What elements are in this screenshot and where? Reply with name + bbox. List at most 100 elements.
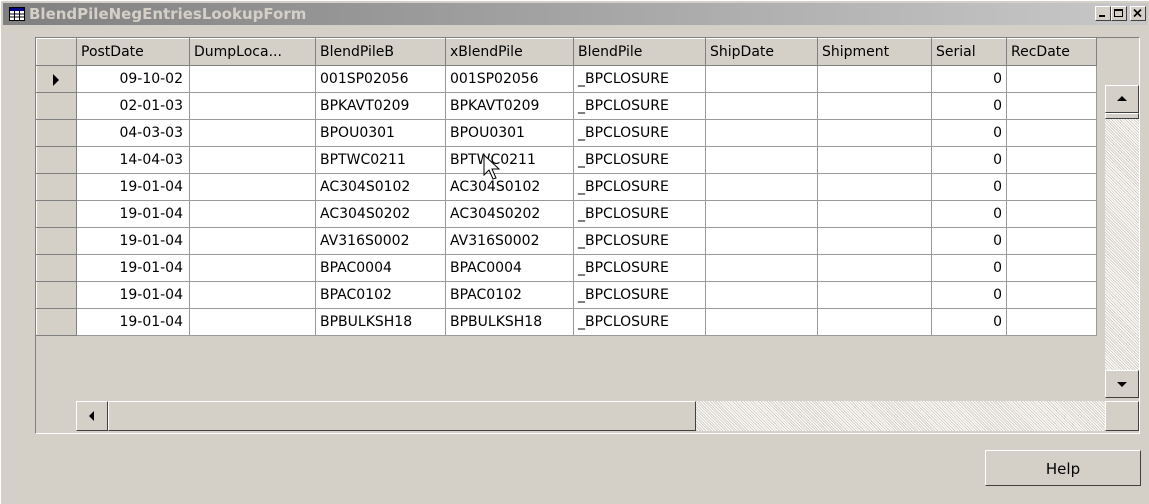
- minimize-button[interactable]: [1095, 6, 1111, 21]
- scroll-left-button[interactable]: [76, 401, 108, 431]
- cell-recdate[interactable]: [1006, 146, 1097, 174]
- cell-blendpile[interactable]: _BPCLOSURE: [573, 200, 706, 228]
- cell-serial[interactable]: 0: [931, 227, 1007, 255]
- cell-recdate[interactable]: [1006, 254, 1097, 282]
- cell-recdate[interactable]: [1006, 65, 1097, 93]
- help-button[interactable]: Help: [985, 450, 1141, 486]
- cell-xblendpile[interactable]: BPAC0102: [445, 281, 574, 309]
- cell-shipment[interactable]: [817, 227, 932, 255]
- cell-blendpile[interactable]: _BPCLOSURE: [573, 308, 706, 336]
- cell-postdate[interactable]: 04-03-03: [76, 119, 190, 147]
- cell-xblendpile[interactable]: BPOU0301: [445, 119, 574, 147]
- cell-dumplocation[interactable]: [189, 146, 316, 174]
- cell-shipment[interactable]: [817, 281, 932, 309]
- cell-xblendpile[interactable]: BPTWC0211: [445, 146, 574, 174]
- cell-blendpile[interactable]: _BPCLOSURE: [573, 173, 706, 201]
- cell-blendpileb[interactable]: BPBULKSH18: [315, 308, 446, 336]
- cell-shipment[interactable]: [817, 173, 932, 201]
- row-selector[interactable]: [36, 119, 77, 147]
- col-header-blendpileb[interactable]: BlendPileB: [315, 38, 446, 66]
- cell-blendpile[interactable]: _BPCLOSURE: [573, 281, 706, 309]
- cell-postdate[interactable]: 19-01-04: [76, 308, 190, 336]
- cell-serial[interactable]: 0: [931, 254, 1007, 282]
- table-row[interactable]: 19-01-04 AC304S0202 AC304S0202 _BPCLOSURE 0: [36, 200, 1097, 228]
- horizontal-scrollbar[interactable]: [76, 401, 1139, 431]
- cell-xblendpile[interactable]: BPKAVT0209: [445, 92, 574, 120]
- cell-dumplocation[interactable]: [189, 119, 316, 147]
- row-selector[interactable]: [36, 308, 77, 336]
- cell-dumplocation[interactable]: [189, 308, 316, 336]
- cell-postdate[interactable]: 19-01-04: [76, 200, 190, 228]
- row-selector[interactable]: [36, 146, 77, 174]
- maximize-button[interactable]: [1111, 6, 1127, 21]
- cell-postdate[interactable]: 19-01-04: [76, 281, 190, 309]
- table-row[interactable]: 02-01-03 BPKAVT0209 BPKAVT0209 _BPCLOSURE 0: [36, 92, 1097, 120]
- table-row[interactable]: 04-03-03 BPOU0301 BPOU0301 _BPCLOSURE 0: [36, 119, 1097, 147]
- col-header-postdate[interactable]: PostDate: [76, 38, 190, 66]
- cell-xblendpile[interactable]: BPBULKSH18: [445, 308, 574, 336]
- col-header-shipment[interactable]: Shipment: [817, 38, 932, 66]
- cell-blendpile[interactable]: _BPCLOSURE: [573, 65, 706, 93]
- cell-shipdate[interactable]: [705, 308, 818, 336]
- col-header-shipdate[interactable]: ShipDate: [705, 38, 818, 66]
- col-header-recdate[interactable]: RecDate: [1006, 38, 1097, 66]
- cell-serial[interactable]: 0: [931, 119, 1007, 147]
- cell-blendpile[interactable]: _BPCLOSURE: [573, 227, 706, 255]
- cell-shipment[interactable]: [817, 308, 932, 336]
- cell-dumplocation[interactable]: [189, 254, 316, 282]
- cell-postdate[interactable]: 19-01-04: [76, 227, 190, 255]
- cell-recdate[interactable]: [1006, 119, 1097, 147]
- cell-serial[interactable]: 0: [931, 146, 1007, 174]
- cell-recdate[interactable]: [1006, 92, 1097, 120]
- col-header-serial[interactable]: Serial: [931, 38, 1007, 66]
- cell-xblendpile[interactable]: AV316S0002: [445, 227, 574, 255]
- cell-xblendpile[interactable]: 001SP02056: [445, 65, 574, 93]
- cell-serial[interactable]: 0: [931, 200, 1007, 228]
- row-selector[interactable]: [36, 173, 77, 201]
- entries-grid[interactable]: PostDate DumpLoca... BlendPileB xBlendPi…: [35, 37, 1140, 434]
- cell-shipment[interactable]: [817, 200, 932, 228]
- table-row[interactable]: 19-01-04 BPAC0102 BPAC0102 _BPCLOSURE 0: [36, 281, 1097, 309]
- table-row[interactable]: 19-01-04 BPAC0004 BPAC0004 _BPCLOSURE 0: [36, 254, 1097, 282]
- cell-shipdate[interactable]: [705, 119, 818, 147]
- cell-postdate[interactable]: 14-04-03: [76, 146, 190, 174]
- cell-dumplocation[interactable]: [189, 92, 316, 120]
- cell-blendpileb[interactable]: AC304S0102: [315, 173, 446, 201]
- cell-xblendpile[interactable]: AC304S0102: [445, 173, 574, 201]
- cell-blendpileb[interactable]: BPAC0004: [315, 254, 446, 282]
- row-selector[interactable]: [36, 65, 77, 93]
- cell-dumplocation[interactable]: [189, 65, 316, 93]
- cell-xblendpile[interactable]: BPAC0004: [445, 254, 574, 282]
- cell-shipdate[interactable]: [705, 200, 818, 228]
- cell-shipdate[interactable]: [705, 281, 818, 309]
- cell-shipment[interactable]: [817, 146, 932, 174]
- cell-shipdate[interactable]: [705, 146, 818, 174]
- cell-shipdate[interactable]: [705, 254, 818, 282]
- table-row[interactable]: 14-04-03 BPTWC0211 BPTWC0211 _BPCLOSURE 0: [36, 146, 1097, 174]
- title-bar[interactable]: BlendPileNegEntriesLookupForm: [3, 3, 1148, 25]
- header-corner[interactable]: [36, 38, 77, 66]
- cell-blendpileb[interactable]: AV316S0002: [315, 227, 446, 255]
- row-selector[interactable]: [36, 200, 77, 228]
- cell-blendpileb[interactable]: 001SP02056: [315, 65, 446, 93]
- row-selector[interactable]: [36, 92, 77, 120]
- table-row[interactable]: 19-01-04 AC304S0102 AC304S0102 _BPCLOSURE 0: [36, 173, 1097, 201]
- cell-blendpileb[interactable]: BPKAVT0209: [315, 92, 446, 120]
- cell-blendpile[interactable]: _BPCLOSURE: [573, 119, 706, 147]
- scroll-down-button[interactable]: [1105, 370, 1139, 398]
- cell-blendpile[interactable]: _BPCLOSURE: [573, 254, 706, 282]
- cell-serial[interactable]: 0: [931, 281, 1007, 309]
- scroll-thumb[interactable]: [1105, 113, 1139, 119]
- cell-recdate[interactable]: [1006, 308, 1097, 336]
- cell-serial[interactable]: 0: [931, 308, 1007, 336]
- cell-serial[interactable]: 0: [931, 92, 1007, 120]
- col-header-xblendpile[interactable]: xBlendPile: [445, 38, 574, 66]
- cell-recdate[interactable]: [1006, 227, 1097, 255]
- cell-serial[interactable]: 0: [931, 173, 1007, 201]
- cell-blendpileb[interactable]: BPTWC0211: [315, 146, 446, 174]
- cell-dumplocation[interactable]: [189, 200, 316, 228]
- cell-postdate[interactable]: 19-01-04: [76, 254, 190, 282]
- cell-shipdate[interactable]: [705, 173, 818, 201]
- table-row[interactable]: 09-10-02 001SP02056 001SP02056 _BPCLOSURE 0: [36, 65, 1097, 93]
- cell-postdate[interactable]: 19-01-04: [76, 173, 190, 201]
